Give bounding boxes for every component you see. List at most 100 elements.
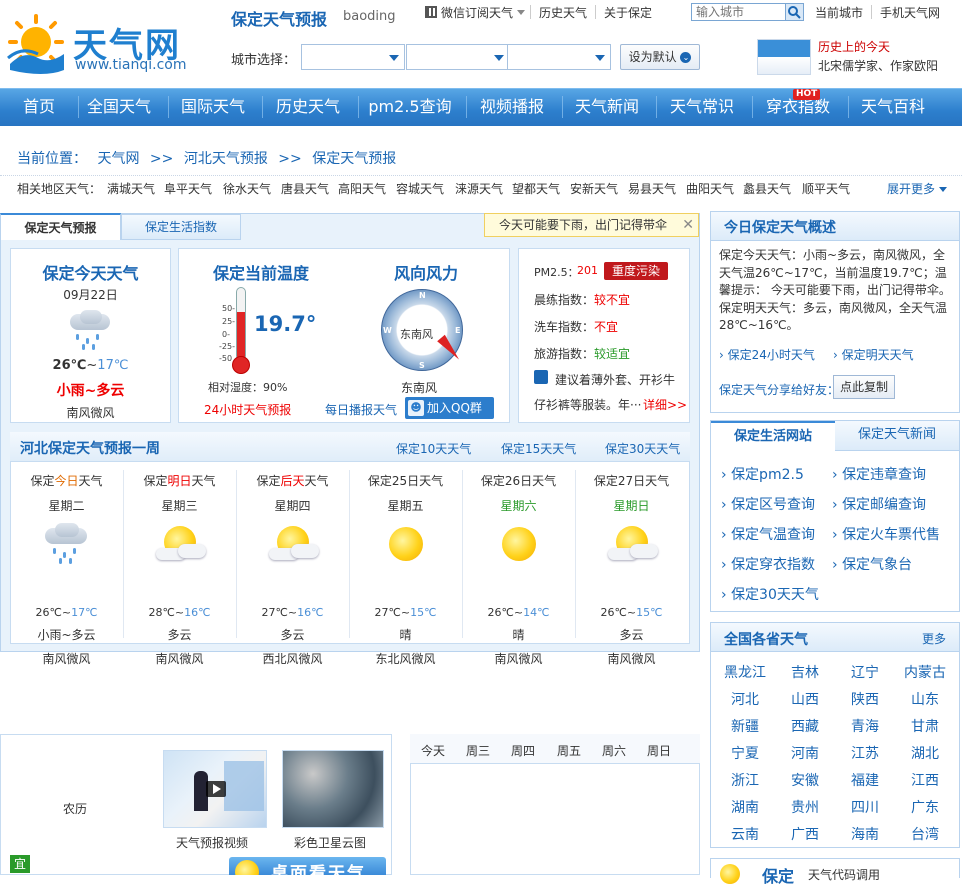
province-link[interactable]: 吉林: [780, 662, 830, 682]
city-search-input[interactable]: [692, 4, 784, 20]
video-thumbnail[interactable]: [163, 750, 267, 828]
hourly-24-link[interactable]: 保定24小时天气: [719, 346, 815, 363]
province-link[interactable]: 西藏: [780, 716, 830, 736]
tab-life-sites[interactable]: 保定生活网站: [711, 421, 835, 451]
related-area-link[interactable]: 顺平天气: [802, 180, 850, 197]
province-link[interactable]: 广西: [780, 824, 830, 844]
related-area-link[interactable]: 蠡县天气: [743, 180, 791, 197]
province-link[interactable]: 福建: [840, 770, 890, 790]
province-link[interactable]: 江西: [900, 770, 950, 790]
logo-url[interactable]: www.tianqi.com: [75, 57, 186, 73]
related-area-link[interactable]: 易县天气: [628, 180, 676, 197]
nav-home[interactable]: 首页: [0, 88, 78, 126]
join-qq-button[interactable]: ☻ 加入QQ群: [405, 397, 494, 419]
calendar-day-tab[interactable]: 周四: [511, 742, 535, 759]
life-link[interactable]: 保定pm2.5: [721, 464, 804, 484]
related-area-link[interactable]: 容城天气: [396, 180, 444, 197]
life-link[interactable]: 保定气温查询: [721, 524, 815, 544]
province-link[interactable]: 山西: [780, 689, 830, 709]
province-link[interactable]: 江苏: [840, 743, 890, 763]
province-link[interactable]: 宁夏: [720, 743, 770, 763]
set-default-button[interactable]: 设为默认 ⌄: [620, 44, 700, 70]
province-link[interactable]: 安徽: [780, 770, 830, 790]
nav-encyclopedia[interactable]: 天气百科: [848, 88, 938, 126]
related-area-link[interactable]: 阜平天气: [164, 180, 212, 197]
about-city-link[interactable]: 关于保定: [604, 4, 652, 21]
related-area-link[interactable]: 涞源天气: [455, 180, 503, 197]
day-forecast[interactable]: 保定后天天气 星期四 27℃~16℃ 多云 西北风微风: [236, 466, 349, 666]
calendar-day-tab[interactable]: 周日: [647, 742, 671, 759]
life-link[interactable]: 保定违章查询: [832, 464, 926, 484]
search-button[interactable]: [785, 4, 803, 20]
life-link[interactable]: 保定气象台: [832, 554, 912, 574]
province-link[interactable]: 陕西: [840, 689, 890, 709]
history-weather-link[interactable]: 历史天气: [539, 4, 587, 21]
related-area-link[interactable]: 安新天气: [570, 180, 618, 197]
calendar-day-tab[interactable]: 今天: [421, 742, 445, 759]
history-today-desc[interactable]: 北宋儒学家、作家欧阳: [818, 57, 938, 74]
province-link[interactable]: 贵州: [780, 797, 830, 817]
daily-broadcast-link[interactable]: 每日播报天气: [325, 401, 397, 418]
province-link[interactable]: 浙江: [720, 770, 770, 790]
life-link[interactable]: 保定区号查询: [721, 494, 815, 514]
related-area-link[interactable]: 徐水天气: [223, 180, 271, 197]
nav-pm25[interactable]: pm2.5查询: [358, 88, 462, 126]
forecast-30-day-link[interactable]: 保定30天天气: [605, 440, 680, 457]
hourly-forecast-link[interactable]: 24小时天气预报: [204, 401, 291, 418]
related-area-link[interactable]: 满城天气: [107, 180, 155, 197]
video-thumbnail-label[interactable]: 天气预报视频: [176, 834, 248, 851]
satellite-thumbnail-label[interactable]: 彩色卫星云图: [294, 834, 366, 851]
life-link[interactable]: 保定30天天气: [721, 584, 819, 604]
breadcrumb-item[interactable]: 天气网: [97, 151, 139, 167]
tab-weather-news[interactable]: 保定天气新闻: [835, 421, 959, 451]
play-icon[interactable]: [206, 781, 226, 797]
nav-national[interactable]: 全国天气: [78, 88, 160, 126]
related-area-link[interactable]: 唐县天气: [281, 180, 329, 197]
tomorrow-weather-link[interactable]: 保定明天天气: [833, 346, 914, 363]
day-forecast[interactable]: 保定明日天气 星期三 28℃~16℃ 多云 南风微风: [123, 466, 236, 666]
province-link[interactable]: 山东: [900, 689, 950, 709]
detail-link[interactable]: 详细>>: [643, 396, 687, 413]
desktop-weather-banner[interactable]: 桌面看天气: [229, 857, 386, 875]
province-link[interactable]: 海南: [840, 824, 890, 844]
province-link[interactable]: 河南: [780, 743, 830, 763]
close-icon[interactable]: ✕: [682, 214, 694, 236]
copy-button[interactable]: 点此复制: [833, 375, 895, 399]
life-link[interactable]: 保定邮编查询: [832, 494, 926, 514]
nav-video[interactable]: 视频播报: [466, 88, 558, 126]
history-today-title[interactable]: 历史上的今天: [818, 38, 890, 55]
province-select[interactable]: [301, 44, 405, 70]
calendar-day-tab[interactable]: 周三: [466, 742, 490, 759]
province-link[interactable]: 河北: [720, 689, 770, 709]
province-link[interactable]: 内蒙古: [900, 662, 950, 682]
day-forecast[interactable]: 保定25日天气 星期五 27℃~15℃ 晴东北风微风: [349, 466, 462, 666]
province-link[interactable]: 湖南: [720, 797, 770, 817]
mobile-weather-link[interactable]: 手机天气网: [880, 4, 940, 21]
related-area-link[interactable]: 高阳天气: [338, 180, 386, 197]
province-link[interactable]: 黑龙江: [720, 662, 770, 682]
nav-news[interactable]: 天气新闻: [562, 88, 652, 126]
province-link[interactable]: 四川: [840, 797, 890, 817]
nav-history[interactable]: 历史天气: [262, 88, 354, 126]
related-area-link[interactable]: 曲阳天气: [686, 180, 734, 197]
province-link[interactable]: 湖北: [900, 743, 950, 763]
province-link[interactable]: 云南: [720, 824, 770, 844]
history-today-image[interactable]: [757, 39, 811, 75]
breadcrumb-item[interactable]: 保定天气预报: [312, 151, 396, 167]
nav-international[interactable]: 国际天气: [168, 88, 258, 126]
breadcrumb-item[interactable]: 河北天气预报: [184, 151, 268, 167]
forecast-10-day-link[interactable]: 保定10天天气: [396, 440, 471, 457]
province-link[interactable]: 台湾: [900, 824, 950, 844]
calendar-day-tab[interactable]: 周六: [602, 742, 626, 759]
province-link[interactable]: 新疆: [720, 716, 770, 736]
related-area-link[interactable]: 望都天气: [512, 180, 560, 197]
day-forecast[interactable]: 保定26日天气 星期六 26℃~14℃ 晴南风微风: [462, 466, 575, 666]
nav-knowledge[interactable]: 天气常识: [656, 88, 748, 126]
province-link[interactable]: 青海: [840, 716, 890, 736]
day-forecast[interactable]: 保定今日天气 星期二 26℃~17℃ 小雨~多云 南风微风: [10, 466, 123, 666]
life-link[interactable]: 保定穿衣指数: [721, 554, 815, 574]
life-link[interactable]: 保定火车票代售: [832, 524, 940, 544]
province-link[interactable]: 甘肃: [900, 716, 950, 736]
expand-more-link[interactable]: 展开更多: [887, 180, 947, 197]
forecast-15-day-link[interactable]: 保定15天天气: [501, 440, 576, 457]
